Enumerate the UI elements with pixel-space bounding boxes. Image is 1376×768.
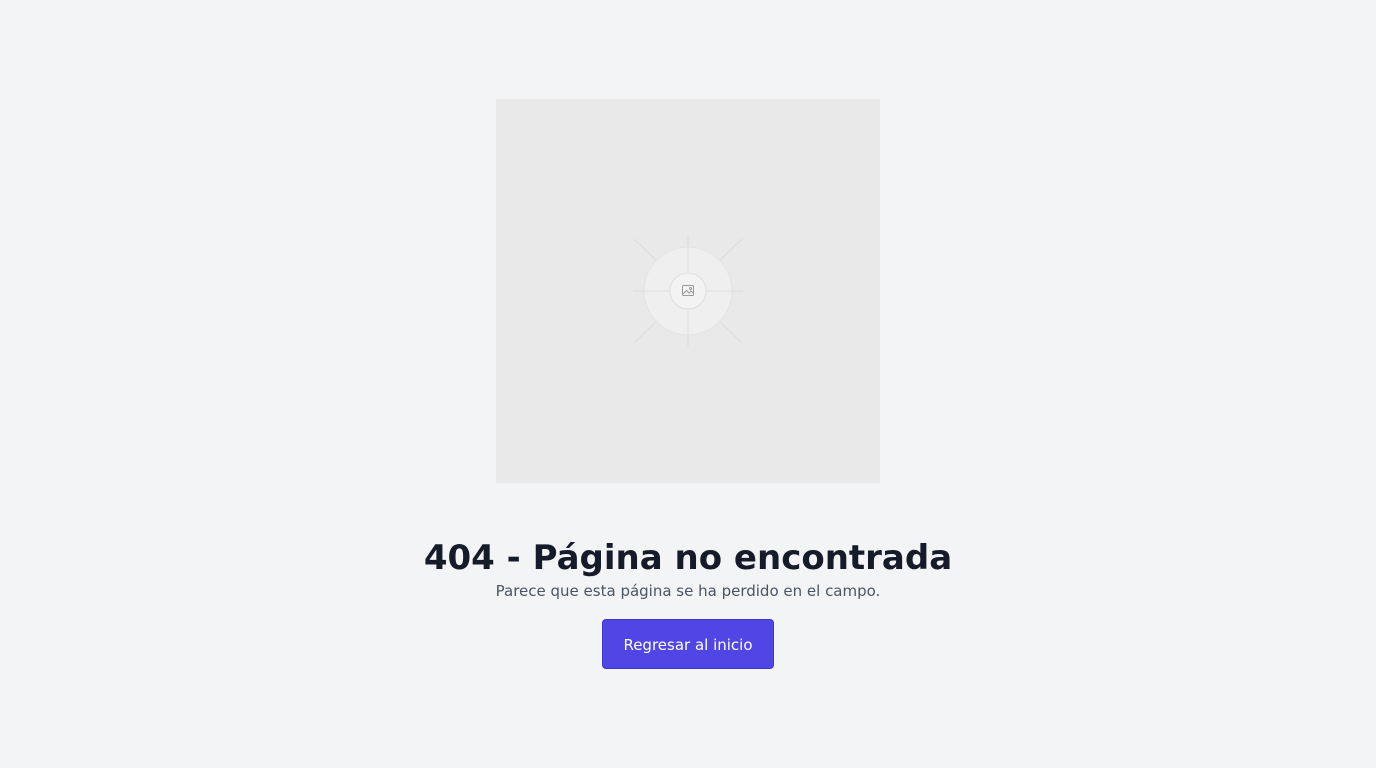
page-title: 404 - Página no encontrada	[423, 537, 953, 578]
home-button[interactable]: Regresar al inicio	[602, 619, 774, 669]
image-placeholder	[496, 99, 880, 483]
image-placeholder-graphic	[633, 236, 743, 346]
not-found-page: 404 - Página no encontrada Parece que es…	[0, 0, 1376, 768]
error-message: Parece que esta página se ha perdido en …	[495, 582, 881, 600]
